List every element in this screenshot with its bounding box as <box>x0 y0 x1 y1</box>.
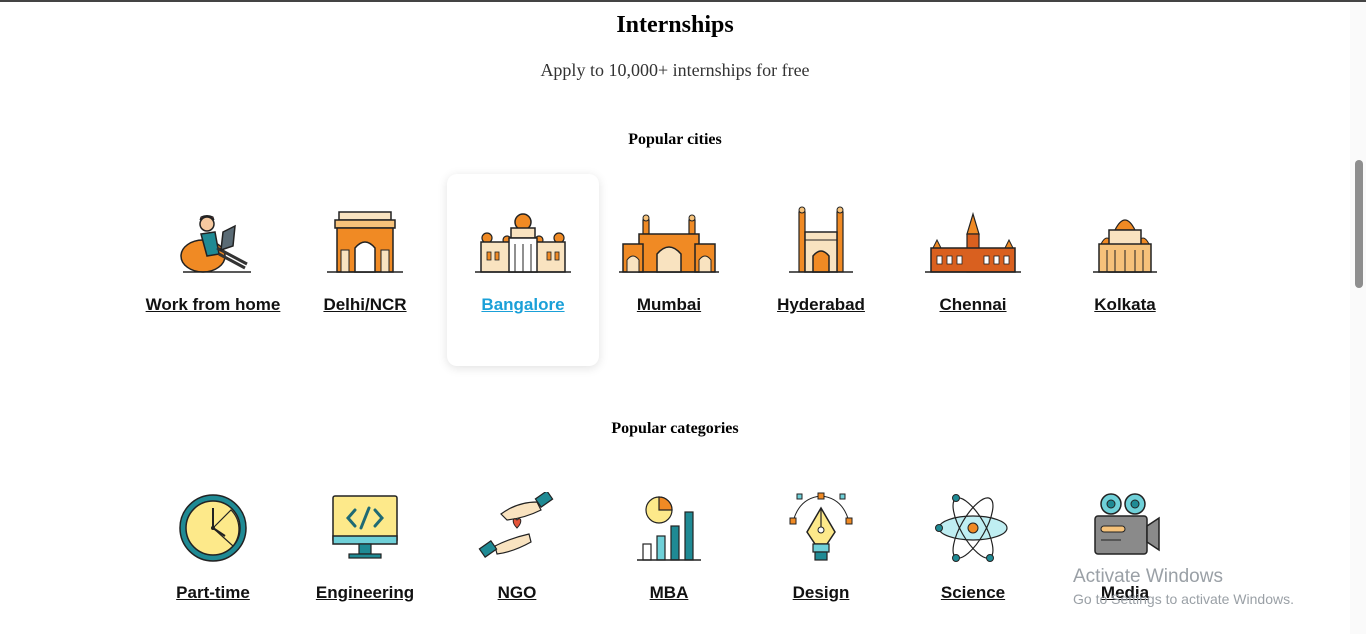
clock-icon <box>179 494 247 562</box>
city-card-mumbai[interactable]: Mumbai <box>593 174 745 366</box>
category-label-mba: MBA <box>649 583 689 602</box>
category-card-engineering[interactable]: Engineering <box>289 464 441 634</box>
city-label-delhi-ncr: Delhi/NCR <box>323 295 407 314</box>
pen-nib-icon <box>789 492 853 561</box>
charminar-icon <box>789 206 853 273</box>
city-label-bangalore: Bangalore <box>481 295 565 314</box>
category-label-engineering: Engineering <box>315 583 415 602</box>
video-camera-icon <box>1094 493 1160 555</box>
kolkata-temple-icon <box>1093 219 1157 273</box>
city-card-chennai[interactable]: Chennai <box>897 174 1049 366</box>
city-card-bangalore[interactable]: Bangalore <box>447 174 599 366</box>
category-card-science[interactable]: Science <box>897 464 1049 634</box>
page-subtitle: Apply to 10,000+ internships for free <box>540 60 810 80</box>
city-card-work-from-home[interactable]: Work from home <box>137 174 289 366</box>
chennai-central-icon <box>925 211 1021 273</box>
popular-cities-heading: Popular cities <box>628 131 722 148</box>
category-card-mba[interactable]: MBA <box>593 464 745 634</box>
city-card-hyderabad[interactable]: Hyderabad <box>745 174 897 366</box>
india-gate-icon <box>327 211 403 273</box>
vertical-scrollbar[interactable] <box>1350 2 1366 634</box>
category-card-ngo[interactable]: NGO <box>441 464 593 634</box>
atom-icon <box>935 494 1008 562</box>
person-laptop-icon <box>180 215 251 273</box>
gateway-of-india-icon <box>619 214 719 273</box>
windows-activation-title: Activate Windows <box>1073 566 1223 587</box>
scrollbar-thumb[interactable] <box>1355 160 1363 288</box>
category-label-design: Design <box>792 583 850 602</box>
category-label-science: Science <box>940 583 1006 602</box>
city-label-chennai: Chennai <box>939 295 1007 314</box>
city-label-kolkata: Kolkata <box>1094 295 1156 314</box>
windows-activation-subtitle: Go to Settings to activate Windows. <box>1073 591 1294 607</box>
city-label-hyderabad: Hyderabad <box>777 295 865 314</box>
category-label-part-time: Part-time <box>176 583 250 602</box>
category-label-ngo: NGO <box>497 583 537 602</box>
page-title: Internships <box>616 12 734 38</box>
city-label-work-from-home: Work from home <box>145 295 281 314</box>
category-card-design[interactable]: Design <box>745 464 897 634</box>
popular-categories-heading: Popular categories <box>611 420 739 437</box>
city-card-kolkata[interactable]: Kolkata <box>1049 174 1201 366</box>
city-label-mumbai: Mumbai <box>636 295 702 314</box>
category-card-media[interactable]: Media <box>1049 464 1201 634</box>
city-card-delhi-ncr[interactable]: Delhi/NCR <box>289 174 441 366</box>
vidhana-soudha-icon <box>475 213 571 273</box>
helping-hands-icon <box>478 492 554 558</box>
bar-chart-icon <box>637 496 701 561</box>
top-border <box>0 0 1366 2</box>
category-card-part-time[interactable]: Part-time <box>137 464 289 634</box>
code-monitor-icon <box>332 495 398 559</box>
